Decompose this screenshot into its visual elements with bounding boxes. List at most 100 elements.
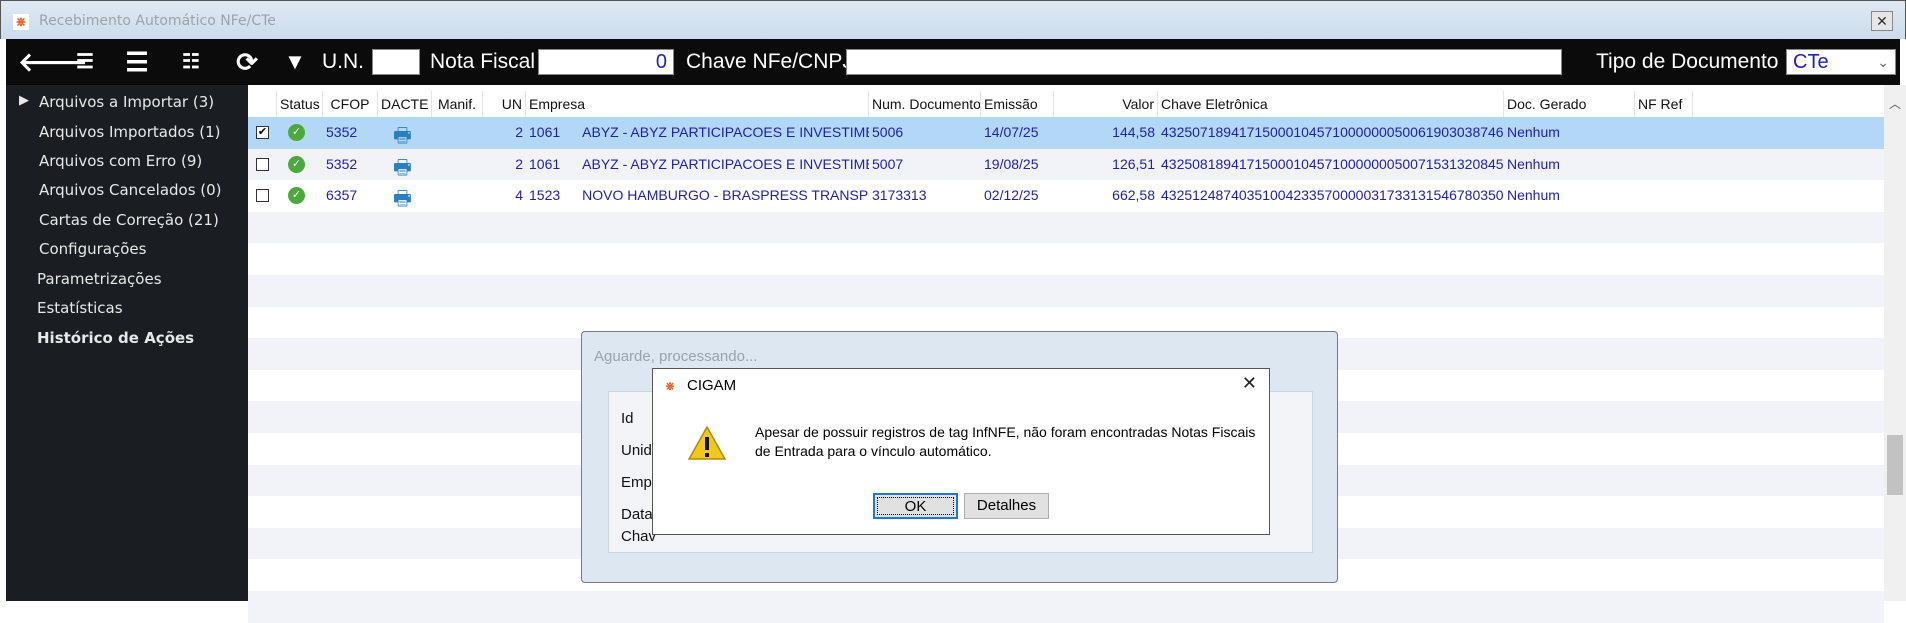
ok-button[interactable]: OK [873, 493, 958, 519]
un-cell: 2 [515, 155, 523, 172]
column-header[interactable]: UN [483, 91, 526, 117]
refresh-icon[interactable]: ⟳ [232, 47, 262, 77]
sidebar-item-label: Arquivos a Importar (3) [39, 93, 215, 111]
toolbar: 🡐 ☰ ☰ ☷ ⟳ ▼ U.N. Nota Fiscal 0 Chave NFe… [6, 39, 1900, 85]
status-ok-icon: ✓ [288, 124, 305, 141]
chave-label: Chave NFe/CNPJ [686, 50, 853, 73]
sidebar-item[interactable]: Estatísticas [37, 299, 123, 317]
toggle-check-list-icon[interactable]: ☷ [176, 47, 206, 77]
status-ok-icon: ✓ [288, 187, 305, 205]
column-header[interactable]: Empresa [526, 91, 869, 117]
sidebar-item-label: Arquivos Cancelados (0) [39, 181, 222, 199]
sidebar-item[interactable]: Cartas de Correção (21) [39, 211, 219, 229]
un-input[interactable] [372, 49, 420, 75]
table-row[interactable]: ✓ 5352 🖶 2 1061 ABYZ - ABYZ PARTICIPACOES E I… [248, 148, 1884, 181]
cfop-cell: 5352 [326, 124, 358, 140]
sidebar-item[interactable]: Configurações [39, 240, 146, 258]
sidebar-item[interactable]: Arquivos Importados (1) [39, 123, 221, 141]
chave-input[interactable] [846, 49, 1562, 75]
doc-gerado-cell: Nenhum [1507, 187, 1560, 204]
chave-eletronica-cell: 4325071894171500010457100000005006190303… [1161, 124, 1504, 140]
un-label: U.N. [322, 50, 364, 73]
tipo-documento-label: Tipo de Documento [1596, 50, 1779, 73]
row-checkbox[interactable] [256, 189, 269, 203]
empty-row [248, 275, 1884, 307]
column-header[interactable]: Emissão [981, 91, 1054, 117]
empresa-cell: 1523 NOVO HAMBURGO - BRASPRESS TRANSPORTE… [526, 180, 869, 212]
progress-dialog-title: Aguarde, processando... [594, 348, 758, 365]
column-header[interactable]: Valor [1054, 91, 1158, 117]
check-list-icon[interactable]: ☰ [70, 47, 100, 77]
column-header[interactable]: NF Ref [1635, 91, 1693, 117]
sidebar-item-label: Configurações [39, 240, 147, 258]
field-label: Id [621, 410, 634, 427]
app-logo-icon: ⋇ [665, 379, 676, 393]
column-header[interactable]: CFOP [323, 91, 378, 117]
status-ok-icon: ✓ [288, 155, 305, 173]
empty-row [248, 243, 1884, 275]
emissao-cell: 19/08/25 [984, 155, 1039, 172]
sidebar: ▶ Arquivos a Importar (3) Arquivos Importa… [6, 85, 248, 601]
un-cell: 2 [515, 124, 523, 140]
filter-icon[interactable]: ▼ [280, 47, 310, 77]
manif-cell [432, 117, 483, 149]
message-box: ⋇ CIGAM ✕ Apesar de possuir registros de… [652, 368, 1270, 535]
column-header[interactable]: Num. Documento [869, 91, 981, 117]
column-header[interactable]: Chave Eletrônica [1158, 91, 1504, 117]
doc-gerado-cell: Nenhum [1507, 155, 1560, 172]
manif-cell [432, 149, 483, 181]
num-documento-cell: 5006 [872, 124, 904, 140]
column-header[interactable] [252, 91, 277, 117]
column-header[interactable]: DACTE [378, 91, 432, 117]
chevron-down-icon: ⌄ [1877, 54, 1889, 70]
empresa-name: ABYZ - ABYZ PARTICIPACOES E INVESTIMENTO… [582, 124, 869, 140]
empresa-code: 1061 [529, 155, 561, 172]
table-row[interactable]: ✔ ✓ 5352 🖶 2 1061 ABYZ - ABYZ PARTICIPACOES E … [248, 117, 1884, 149]
column-header[interactable]: Status [277, 91, 323, 117]
valor-cell: 662,58 [1112, 187, 1155, 204]
row-checkbox[interactable]: ✔ [256, 126, 269, 139]
num-documento-cell: 3173313 [872, 187, 927, 204]
scroll-thumb[interactable] [1887, 435, 1903, 495]
sidebar-item[interactable]: Arquivos Cancelados (0) [39, 181, 222, 199]
chave-eletronica-cell: 4325081894171500010457100000005007153132… [1161, 155, 1504, 172]
tipo-documento-select[interactable]: CTe ⌄ [1786, 49, 1896, 75]
tipo-documento-value: CTe [1793, 51, 1829, 73]
cfop-cell: 5352 [326, 155, 358, 172]
sidebar-item[interactable]: Parametrizações [37, 270, 162, 288]
emissao-cell: 14/07/25 [984, 124, 1039, 140]
close-window-button[interactable]: ✕ [1871, 11, 1893, 31]
empty-row [248, 211, 1884, 244]
nota-fiscal-input[interactable]: 0 [538, 49, 674, 75]
empresa-name: NOVO HAMBURGO - BRASPRESS TRANSPORTES [582, 187, 869, 204]
sidebar-item[interactable]: ▶ Arquivos a Importar (3) [19, 93, 215, 111]
close-icon[interactable]: ✕ [1242, 373, 1257, 394]
field-label: Chav [621, 528, 657, 545]
column-header[interactable]: Doc. Gerado [1504, 91, 1635, 117]
warning-icon [687, 425, 727, 460]
nota-fiscal-label: Nota Fiscal [430, 50, 536, 73]
row-checkbox[interactable] [256, 157, 269, 171]
sidebar-item[interactable]: Histórico de Ações [37, 329, 194, 347]
nf-ref-cell [1635, 117, 1693, 149]
expand-arrow-icon[interactable]: ▶ [19, 93, 29, 108]
manif-cell [432, 180, 483, 212]
sidebar-item-label: Parametrizações [37, 270, 162, 288]
app-logo-icon: ⋇ [13, 14, 29, 30]
column-header[interactable]: Manif. [432, 91, 483, 117]
doc-gerado-cell: Nenhum [1507, 124, 1560, 140]
sidebar-item-label: Cartas de Correção (21) [39, 211, 219, 229]
emissao-cell: 02/12/25 [984, 187, 1039, 204]
list-icon[interactable]: ☰ [122, 47, 152, 77]
cfop-cell: 6357 [326, 187, 358, 204]
num-documento-cell: 5007 [872, 155, 904, 172]
window-titlebar: ⋇ Recebimento Automático NFe/CTe ✕ [0, 0, 1906, 39]
vertical-scrollbar[interactable]: ︿ [1884, 85, 1906, 601]
table-row[interactable]: ✓ 6357 🖶 4 1523 NOVO HAMBURGO - BRASPRESS TRA… [248, 180, 1884, 212]
sidebar-item-label: Estatísticas [37, 299, 123, 317]
sidebar-item-label: Histórico de Ações [37, 329, 195, 347]
scroll-up-icon[interactable]: ︿ [1889, 95, 1901, 112]
sidebar-item[interactable]: Arquivos com Erro (9) [39, 152, 202, 170]
back-arrow-icon[interactable]: 🡐 [18, 47, 88, 77]
details-button[interactable]: Detalhes [964, 493, 1049, 519]
